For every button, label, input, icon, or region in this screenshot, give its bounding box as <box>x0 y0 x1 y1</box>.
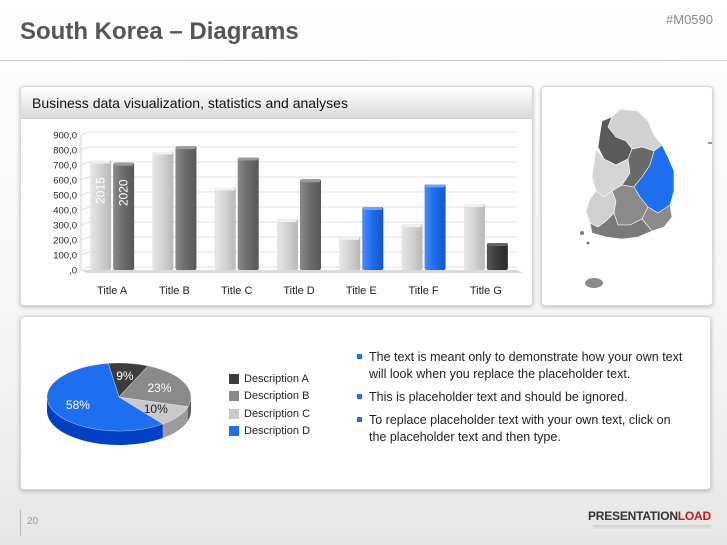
legend-item: Description A <box>229 370 310 388</box>
map-region-jeju <box>585 278 603 288</box>
bar-2020-title-g <box>486 243 508 270</box>
bullet-item: To replace placeholder text with your ow… <box>357 412 687 446</box>
bullet-list: The text is meant only to demonstrate ho… <box>357 349 687 452</box>
bar-2015-title-g <box>463 204 485 270</box>
bar-2020-title-e <box>362 207 384 270</box>
bar-top <box>176 146 196 150</box>
series-label: 2020 <box>117 179 131 206</box>
bullet-item: This is placeholder text and should be i… <box>357 389 687 406</box>
series-label: 2015 <box>94 177 108 204</box>
bullet-item: The text is meant only to demonstrate ho… <box>357 349 687 383</box>
legend-item: Description B <box>229 388 310 406</box>
pie-label: 58% <box>66 398 90 412</box>
legend-item: Description D <box>229 423 310 441</box>
y-tick-label: 200,0 <box>53 236 77 247</box>
bar-2020-title-a <box>113 162 135 270</box>
x-tick-label: Title G <box>470 285 502 297</box>
y-tick-label: 400,0 <box>53 206 77 217</box>
y-tick-label: 500,0 <box>53 191 77 202</box>
bar-top <box>301 179 320 183</box>
pie-chart-panel: 9% 23% 10% 58% Description A Description B De… <box>20 316 711 490</box>
bar-top <box>153 151 173 155</box>
y-tick-label: 900,0 <box>53 131 77 142</box>
x-tick-label: Title B <box>159 285 190 297</box>
slide-code: #M0590 <box>666 12 713 27</box>
x-tick-label: Title D <box>283 285 314 297</box>
legend-swatch <box>229 408 239 419</box>
chart-header: Business data visualization, statistics … <box>21 87 532 119</box>
bar-top <box>340 237 360 240</box>
legend-swatch <box>229 373 239 384</box>
footer-divider <box>20 510 21 536</box>
map-island <box>586 241 590 245</box>
page-title: South Korea – Diagrams <box>20 18 299 45</box>
map-panel <box>541 86 713 306</box>
x-tick-label: Title F <box>408 285 438 297</box>
south-korea-map <box>580 108 712 288</box>
bar-2020-title-b <box>175 146 197 270</box>
bar-2020-title-f <box>424 184 446 270</box>
x-tick-label: Title C <box>221 285 252 297</box>
bar-top <box>114 162 134 166</box>
brand-logo: PRESENTATIONLOAD <box>587 509 711 523</box>
y-tick-label: 800,0 <box>53 146 77 157</box>
legend-swatch <box>229 391 239 402</box>
bar-2020-title-c <box>237 157 259 270</box>
legend-label: Description A <box>244 372 309 385</box>
pie-label: 9% <box>116 369 134 383</box>
bar-2015-title-e <box>339 237 361 270</box>
bar-top <box>91 160 111 164</box>
title-divider <box>0 60 727 61</box>
pie-label: 10% <box>144 402 168 416</box>
page-number: 20 <box>27 516 39 527</box>
bar-2015-title-a <box>90 160 112 270</box>
pie-legend: Description A Description B Description C D… <box>229 370 310 440</box>
bar-top <box>487 243 507 246</box>
legend-label: Description B <box>244 390 310 403</box>
bar-top <box>238 157 258 161</box>
bar-2015-title-f <box>401 224 423 270</box>
bar-top <box>402 224 422 228</box>
bar-top <box>278 219 297 222</box>
x-tick-label: Title E <box>346 285 377 297</box>
brand-underline <box>593 525 711 531</box>
bar-2015-title-d <box>277 219 298 270</box>
x-tick-label: Title A <box>97 285 128 297</box>
pie-label: 23% <box>148 381 172 395</box>
bar-2015-title-c <box>214 187 236 270</box>
legend-label: Description D <box>244 425 311 438</box>
bar-top <box>464 204 484 207</box>
y-tick-label: 600,0 <box>53 176 77 187</box>
y-tick-label: 300,0 <box>53 221 77 232</box>
bar-top <box>363 207 383 210</box>
bar-top <box>425 184 445 188</box>
legend-item: Description C <box>229 405 310 423</box>
chart-floor <box>81 270 523 273</box>
y-tick-label: ,0 <box>69 266 77 277</box>
bar-chart-panel: Business data visualization, statistics … <box>20 86 533 306</box>
bar-2020-title-d <box>300 179 321 270</box>
y-tick-label: 100,0 <box>53 251 77 262</box>
pie-chart: 9% 23% 10% 58% <box>46 362 192 445</box>
bar-chart: ,0 100,0 200,0 300,0 400,0 500,0 600,0 700,0 800… <box>53 131 523 297</box>
bar-2015-title-b <box>152 151 174 270</box>
bar-top <box>215 187 235 191</box>
legend-label: Description C <box>244 407 311 420</box>
legend-swatch <box>229 426 239 437</box>
map-island <box>580 231 584 235</box>
y-tick-label: 700,0 <box>53 161 77 172</box>
